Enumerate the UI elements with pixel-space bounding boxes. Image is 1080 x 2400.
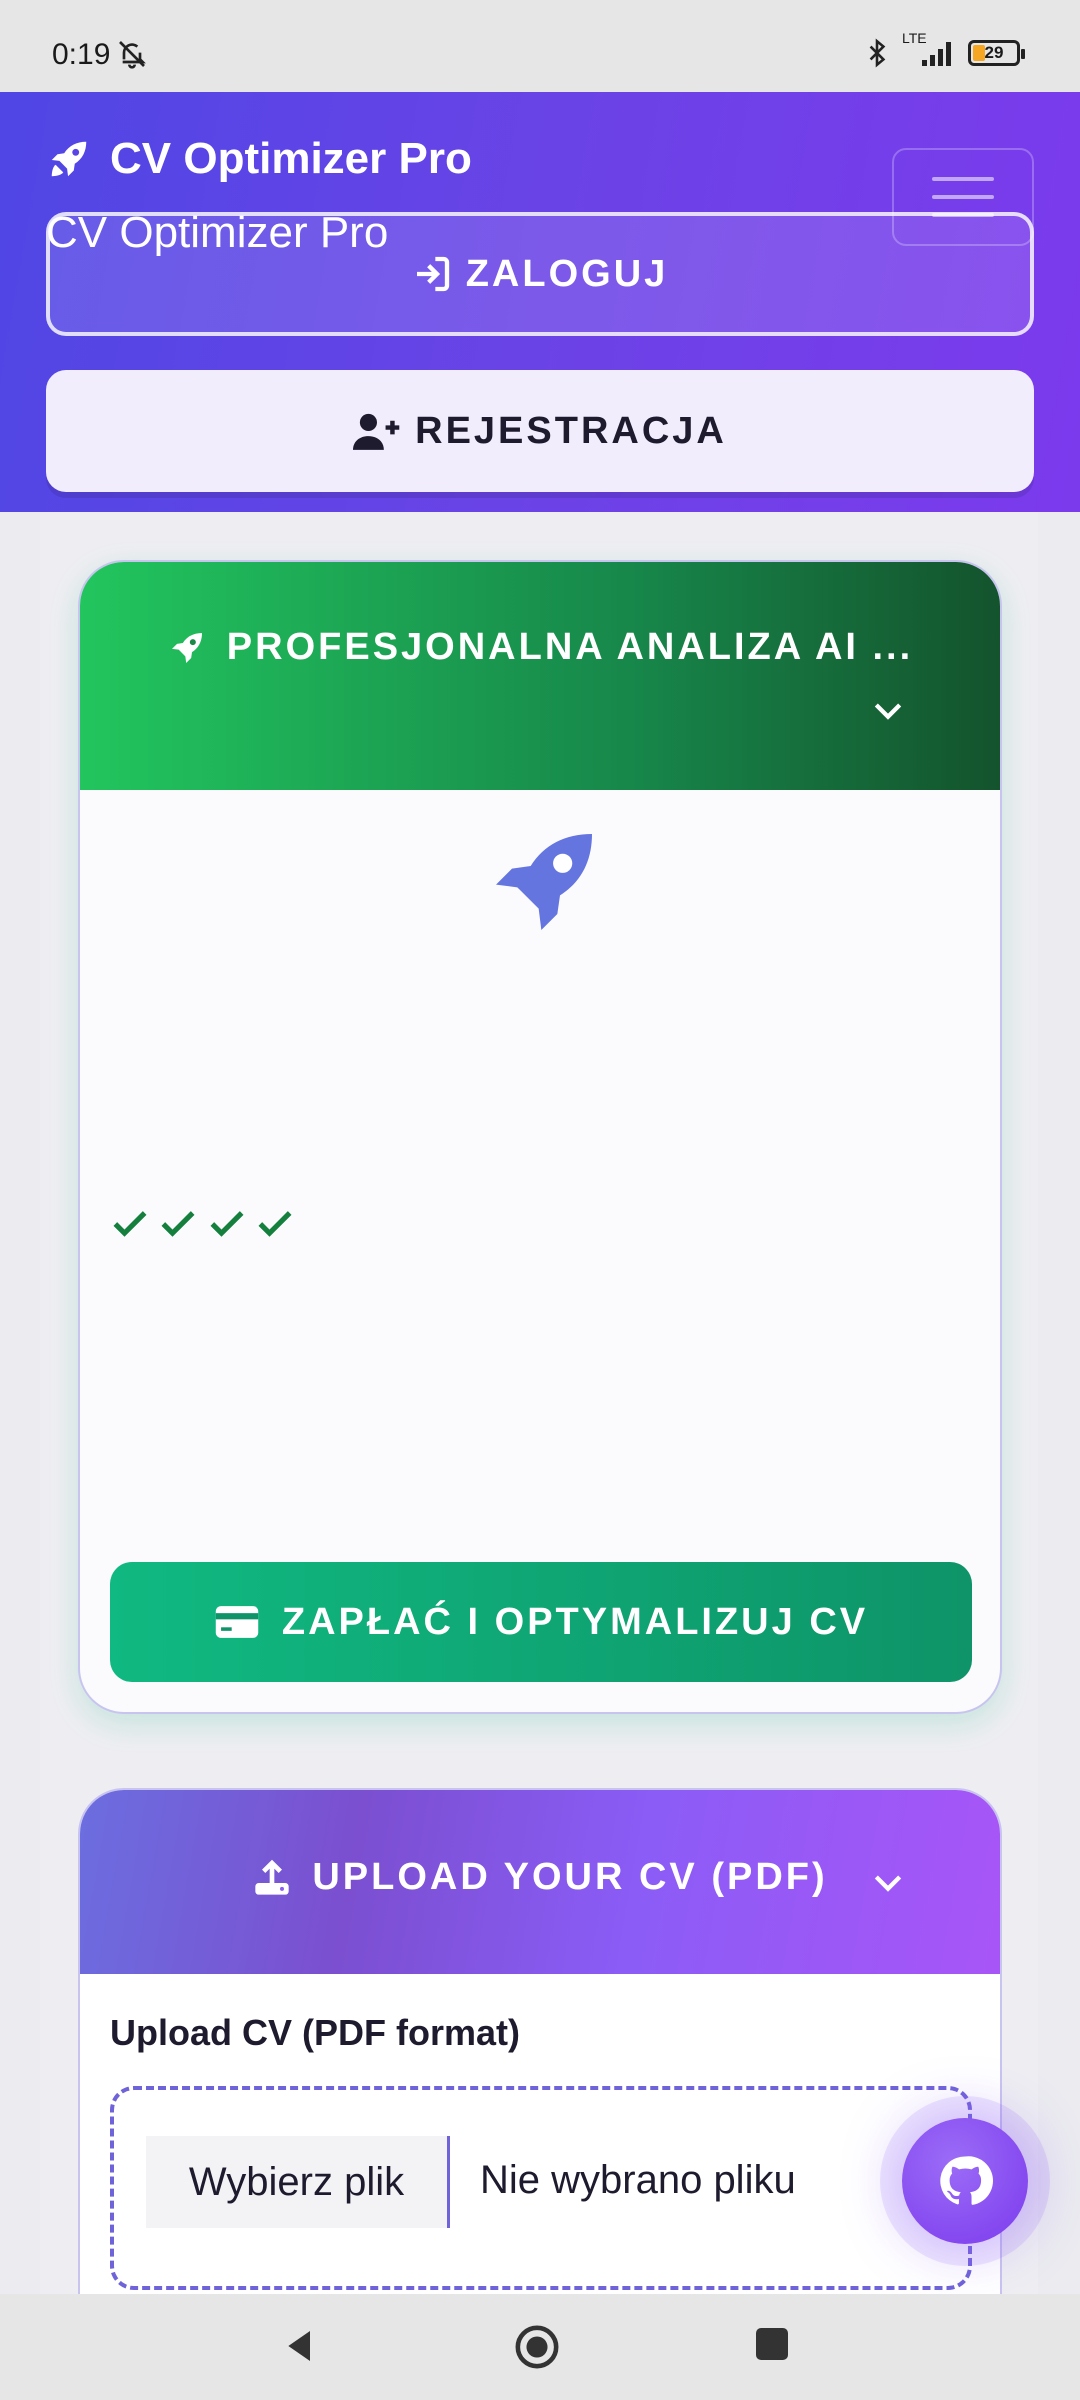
recent-apps-icon[interactable] (756, 2328, 788, 2360)
register-button[interactable]: REJESTRACJA (46, 370, 1034, 492)
rocket-icon (171, 632, 202, 663)
battery-level: 29 (984, 43, 1004, 62)
file-status-text: Nie wybrano pliku (480, 2158, 796, 2202)
bluetooth-icon (869, 38, 886, 68)
back-icon[interactable] (280, 2326, 320, 2366)
pro-analysis-card: PROFESJONALNA ANALIZA AI ... ZAPŁAĆ I OP… (78, 560, 1002, 1714)
status-bar: 0:19 LTE 29 (0, 0, 1080, 92)
status-time: 0:19 (52, 38, 111, 71)
battery-icon: 29 (968, 40, 1025, 66)
upload-cv-title: UPLOAD YOUR CV (PDF) (312, 1856, 828, 1898)
github-button[interactable] (902, 2118, 1028, 2244)
chevron-down-icon[interactable] (868, 690, 908, 730)
check-icon (210, 1211, 244, 1237)
feature-list (108, 1202, 297, 1293)
sign-in-icon (416, 256, 449, 292)
upload-cv-header[interactable]: UPLOAD YOUR CV (PDF) (80, 1790, 1000, 1974)
file-drop-zone[interactable]: Wybierz plik Nie wybrano pliku (110, 2086, 972, 2290)
menu-icon (932, 177, 994, 181)
pay-optimize-button[interactable]: ZAPŁAĆ I OPTYMALIZUJ CV (110, 1562, 972, 1682)
register-label: REJESTRACJA (415, 409, 727, 452)
home-icon[interactable] (514, 2324, 560, 2370)
system-nav-bar (0, 2294, 1080, 2400)
check-icon (161, 1211, 195, 1237)
check-icon (113, 1211, 147, 1237)
login-button[interactable]: ZALOGUJ (46, 212, 1034, 336)
rocket-illustration-icon (496, 834, 592, 930)
brand[interactable]: CV Optimizer Pro (46, 134, 472, 184)
chevron-down-icon[interactable] (868, 1862, 908, 1902)
brand-name: CV Optimizer Pro (110, 134, 472, 183)
app-header: CV Optimizer Pro CV Optimizer Pro ZALOGU… (0, 92, 1080, 512)
rocket-icon (51, 141, 87, 177)
signal-icon: LTE (902, 30, 956, 68)
login-label: ZALOGUJ (465, 252, 669, 295)
credit-card-icon (215, 1606, 259, 1638)
github-icon (940, 2156, 993, 2205)
user-plus-icon (353, 413, 400, 450)
upload-icon (255, 1859, 289, 1895)
pay-optimize-label: ZAPŁAĆ I OPTYMALIZUJ CV (281, 1600, 869, 1643)
pro-analysis-title: PROFESJONALNA ANALIZA AI ... (226, 626, 914, 668)
upload-cv-card: UPLOAD YOUR CV (PDF) Upload CV (PDF form… (78, 1788, 1002, 2348)
status-icons: LTE 29 (864, 30, 1025, 68)
check-icon (258, 1211, 292, 1237)
pro-analysis-header[interactable]: PROFESJONALNA ANALIZA AI ... (80, 562, 1000, 790)
choose-file-button[interactable]: Wybierz plik (146, 2136, 450, 2228)
muted-bell-icon (119, 41, 146, 69)
upload-field-label: Upload CV (PDF format) (110, 2012, 520, 2053)
